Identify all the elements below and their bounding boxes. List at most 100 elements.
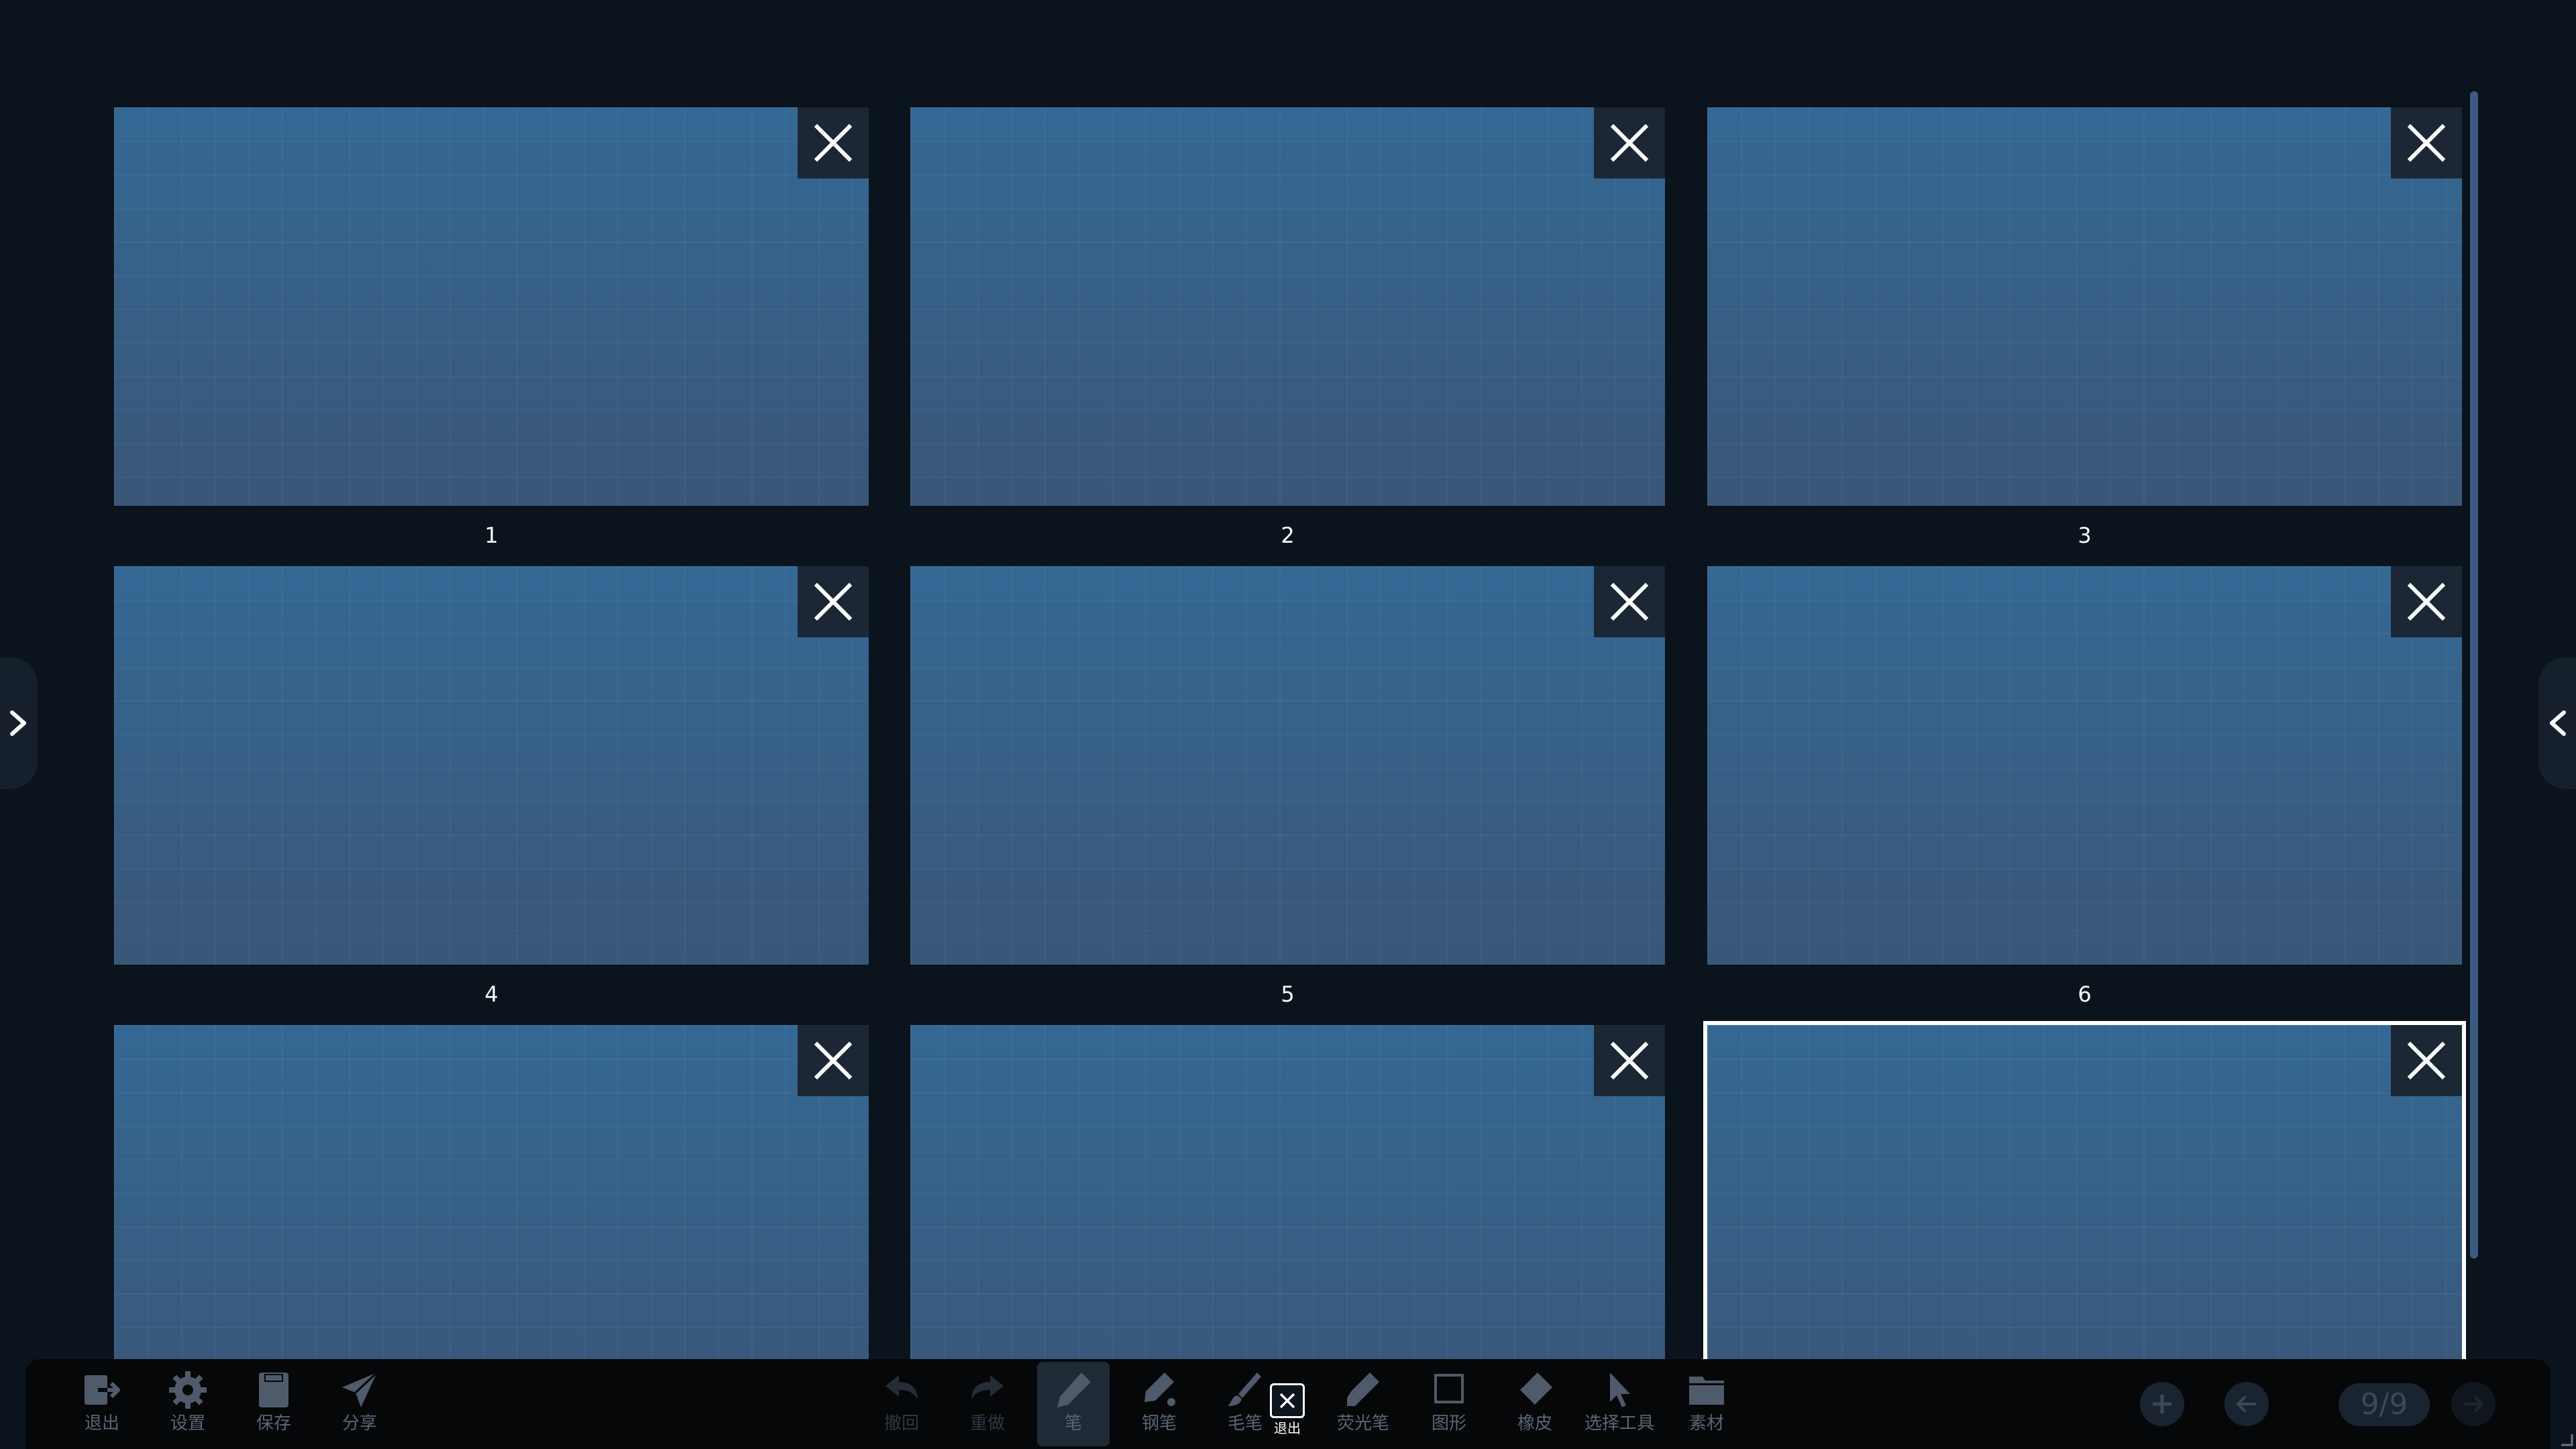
- page-card: 8: [910, 1025, 1665, 1359]
- close-icon: [1610, 1041, 1649, 1080]
- settings-label: 设置: [170, 1413, 205, 1434]
- eraser-label: 橡皮: [1517, 1413, 1552, 1434]
- page-card: 1: [114, 107, 869, 549]
- page-thumbnail[interactable]: [1707, 566, 2462, 965]
- delete-page-button[interactable]: [1594, 1025, 1665, 1096]
- close-icon: [1610, 582, 1649, 621]
- page-card: 7: [114, 1025, 869, 1359]
- add-page-button[interactable]: [2140, 1382, 2184, 1426]
- exit-button[interactable]: 退出: [68, 1368, 136, 1444]
- page-card: 3: [1707, 107, 2462, 549]
- select-tool-button[interactable]: 选择工具: [1578, 1368, 1661, 1444]
- chevron-left-icon: [2550, 710, 2566, 736]
- page-thumbnail[interactable]: [114, 1025, 869, 1359]
- page-thumbnail-selected[interactable]: [1703, 1021, 2466, 1359]
- page-number: 3: [2078, 523, 2092, 548]
- redo-label: 重做: [969, 1413, 1005, 1434]
- redo-icon: [971, 1375, 1004, 1399]
- select-label: 选择工具: [1584, 1413, 1654, 1434]
- close-icon: [814, 123, 853, 162]
- page-card: 5: [910, 566, 1665, 1008]
- delete-page-button[interactable]: [798, 107, 869, 178]
- delete-page-button[interactable]: [1594, 566, 1665, 637]
- highlighter-label: 荧光笔: [1336, 1413, 1389, 1434]
- highlighter-tool-button[interactable]: 荧光笔: [1330, 1368, 1397, 1444]
- save-icon: [259, 1373, 288, 1407]
- previous-page-button[interactable]: [2224, 1382, 2269, 1426]
- material-label: 素材: [1688, 1413, 1724, 1434]
- highlighter-icon: [1347, 1373, 1379, 1406]
- share-label: 分享: [341, 1413, 377, 1434]
- resize-corner-icon: [2561, 1434, 2573, 1446]
- delete-page-button[interactable]: [798, 566, 869, 637]
- close-icon: [814, 582, 853, 621]
- brush-icon: [1228, 1373, 1261, 1406]
- save-label: 保存: [256, 1413, 291, 1434]
- page-thumbnail[interactable]: [114, 107, 869, 506]
- page-thumbnail[interactable]: [1707, 107, 2462, 506]
- close-box: [1270, 1383, 1305, 1418]
- cursor-arrow-icon: [1610, 1373, 1630, 1407]
- page-thumbnail[interactable]: [910, 1025, 1665, 1359]
- material-button[interactable]: 素材: [1673, 1368, 1740, 1444]
- close-icon: [814, 1041, 853, 1080]
- square-shape-icon: [1434, 1374, 1464, 1403]
- delete-page-button[interactable]: [2391, 107, 2462, 178]
- save-button[interactable]: 保存: [240, 1368, 307, 1444]
- arrow-left-icon: [2236, 1395, 2256, 1413]
- close-icon: [1279, 1393, 1295, 1409]
- close-overview-label: 退出: [1274, 1420, 1301, 1436]
- pen-tool-button[interactable]: 笔: [1037, 1362, 1110, 1446]
- page-number: 4: [484, 981, 498, 1007]
- page-card-selected: 9: [1703, 1021, 2466, 1359]
- page-thumbnail-grid: 1 2 3 4 5 6: [0, 0, 2576, 1359]
- page-number: 2: [1281, 523, 1295, 548]
- fountain-pen-tool-button[interactable]: 钢笔: [1126, 1368, 1193, 1444]
- page-thumbnail[interactable]: [910, 107, 1665, 506]
- undo-button[interactable]: 撤回: [868, 1368, 935, 1444]
- close-icon: [1610, 123, 1649, 162]
- exit-icon: [85, 1375, 120, 1405]
- page-card: 6: [1707, 566, 2462, 1008]
- shape-label: 图形: [1431, 1413, 1466, 1434]
- pen-icon: [1057, 1373, 1091, 1407]
- close-icon: [2407, 1041, 2446, 1080]
- whiteboard-page-overview: 1 2 3 4 5 6 退出 设置 保存 分享 撤回 重做 笔 钢笔 毛笔 荧光…: [0, 0, 2576, 1449]
- page-card: 4: [114, 566, 869, 1008]
- next-page-button[interactable]: [2451, 1382, 2496, 1426]
- pen-label: 笔: [1064, 1413, 1082, 1434]
- delete-page-button[interactable]: [2391, 1025, 2462, 1096]
- page-number: 6: [2078, 981, 2092, 1007]
- grid-scrollbar[interactable]: [2470, 91, 2478, 1258]
- close-icon: [2407, 582, 2446, 621]
- folder-icon: [1689, 1377, 1724, 1405]
- plus-icon: [2153, 1395, 2171, 1413]
- page-card: 2: [910, 107, 1665, 549]
- right-panel-toggle[interactable]: [2538, 657, 2576, 789]
- page-number: 1: [484, 523, 498, 548]
- delete-page-button[interactable]: [2391, 566, 2462, 637]
- page-number: 5: [1281, 981, 1295, 1007]
- close-overview-button[interactable]: 退出: [1265, 1383, 1309, 1440]
- share-button[interactable]: 分享: [326, 1368, 393, 1444]
- eraser-icon: [1520, 1373, 1552, 1405]
- paper-plane-icon: [342, 1371, 378, 1407]
- page-thumbnail[interactable]: [114, 566, 869, 965]
- delete-page-button[interactable]: [1594, 107, 1665, 178]
- undo-label: 撤回: [883, 1413, 919, 1434]
- left-panel-toggle[interactable]: [0, 657, 38, 789]
- chevron-right-icon: [10, 710, 26, 736]
- fountain-pen-label: 钢笔: [1141, 1413, 1177, 1434]
- fountain-pen-icon: [1144, 1373, 1175, 1406]
- undo-icon: [885, 1375, 918, 1399]
- shape-tool-button[interactable]: 图形: [1415, 1368, 1483, 1444]
- redo-button[interactable]: 重做: [954, 1368, 1021, 1444]
- gear-icon: [169, 1371, 207, 1409]
- delete-page-button[interactable]: [798, 1025, 869, 1096]
- page-thumbnail[interactable]: [910, 566, 1665, 965]
- page-indicator: 9/9: [2339, 1383, 2430, 1426]
- arrow-right-icon: [2464, 1395, 2484, 1413]
- exit-label: 退出: [84, 1413, 119, 1434]
- settings-button[interactable]: 设置: [154, 1368, 221, 1444]
- eraser-tool-button[interactable]: 橡皮: [1501, 1368, 1568, 1444]
